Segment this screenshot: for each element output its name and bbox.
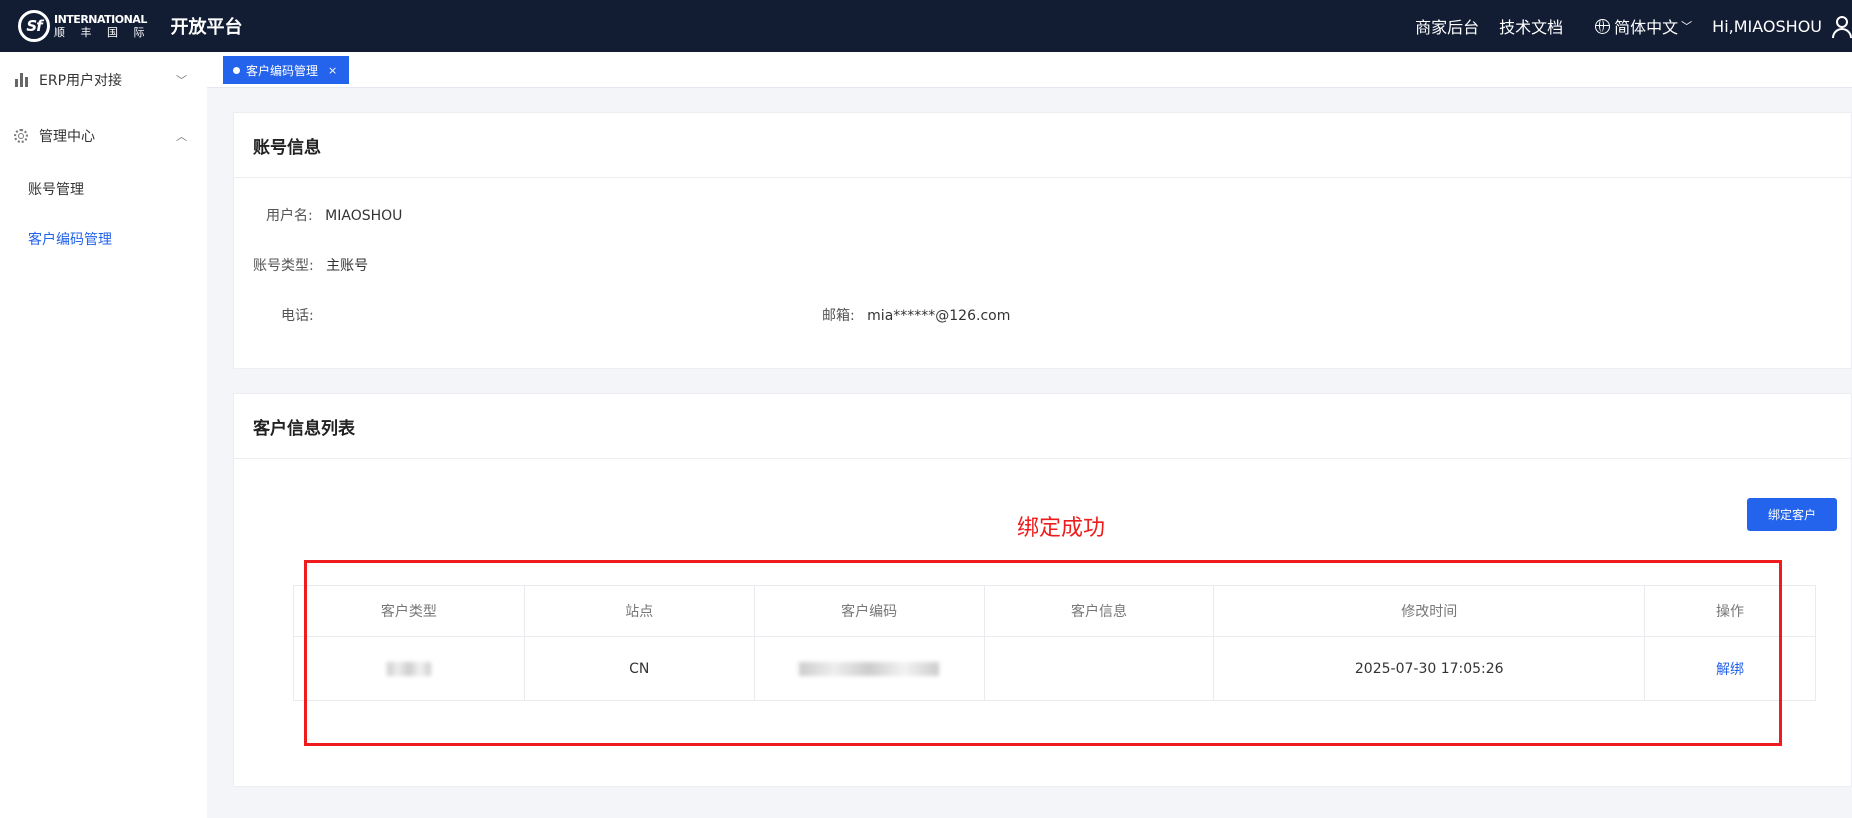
active-dot-icon <box>233 66 240 74</box>
column-header: 操作 <box>1644 585 1816 637</box>
chevron-down-icon: ﹀ <box>176 74 187 87</box>
globe-icon <box>1595 18 1611 34</box>
tab-label: 客户编码管理 <box>246 63 319 78</box>
close-icon[interactable]: × <box>328 64 337 77</box>
customer-list-title: 客户信息列表 <box>234 394 1851 459</box>
action-cell: 解绑 <box>1644 636 1816 701</box>
sf-logo[interactable]: Sf INTERNATIONAL 顺 丰 国 际 <box>18 10 151 42</box>
account-type-label: 账号类型: <box>253 258 314 274</box>
username-field: 用户名: MIAOSHOU <box>266 205 402 225</box>
account-type-field: 账号类型: 主账号 <box>253 255 368 275</box>
modified-time-cell: 2025-07-30 17:05:26 <box>1213 636 1646 701</box>
merchant-backend-link[interactable]: 商家后台 <box>1415 14 1479 38</box>
email-label: 邮箱: <box>822 308 855 324</box>
sidebar-item-account-management[interactable]: 账号管理 <box>0 164 207 214</box>
column-header: 客户信息 <box>984 585 1215 637</box>
sf-logo-mark: Sf <box>18 10 50 42</box>
site-cell: CN <box>524 636 755 701</box>
platform-title: 开放平台 <box>170 17 243 38</box>
logo-line2: 顺 丰 国 际 <box>54 26 151 39</box>
sidebar-item-management[interactable]: 管理中心 ︿ <box>0 108 207 164</box>
sidebar-item-erp[interactable]: ERP用户对接 ﹀ <box>0 52 207 108</box>
tech-docs-link[interactable]: 技术文档 <box>1499 14 1563 38</box>
tab-customer-code-management[interactable]: 客户编码管理 × <box>223 56 350 84</box>
username-label: 用户名: <box>266 208 313 224</box>
column-header: 客户编码 <box>754 585 985 637</box>
customer-table: 客户类型 站点 客户编码 客户信息 修改时间 操作 CN 2025-07-30 … <box>293 585 1816 701</box>
email-field: 邮箱: mia******@126.com <box>822 305 1010 325</box>
sidebar: ERP用户对接 ﹀ 管理中心 ︿ 账号管理 客户编码管理 <box>0 52 207 818</box>
success-message: 绑定成功 <box>1017 516 1106 541</box>
redacted-text <box>799 661 940 676</box>
sf-logo-text: INTERNATIONAL 顺 丰 国 际 <box>54 14 151 38</box>
language-selector[interactable]: 简体中文 ﹀ <box>1595 14 1692 38</box>
sidebar-item-customer-code-management[interactable]: 客户编码管理 <box>0 214 207 264</box>
bar-chart-icon <box>13 73 29 87</box>
sidebar-item-label: 管理中心 <box>39 129 95 145</box>
top-nav: 商家后台 技术文档 简体中文 ﹀ Hi,MIAOSHOU <box>1415 14 1852 38</box>
customer-info-cell <box>984 636 1215 701</box>
unbind-link[interactable]: 解绑 <box>1716 662 1744 678</box>
account-info-title: 账号信息 <box>234 113 1851 178</box>
phone-label: 电话: <box>281 308 314 324</box>
phone-field: 电话: <box>281 305 322 325</box>
logo-line1: INTERNATIONAL <box>54 13 147 26</box>
tab-bar: 客户编码管理 × <box>207 52 1852 88</box>
email-value: mia******@126.com <box>867 308 1011 324</box>
redacted-text <box>386 661 431 676</box>
chevron-down-icon: ﹀ <box>1681 20 1693 33</box>
customer-type-cell <box>293 636 525 701</box>
bind-customer-button[interactable]: 绑定客户 <box>1747 498 1837 531</box>
table-header-row: 客户类型 站点 客户编码 客户信息 修改时间 操作 <box>293 585 1816 637</box>
column-header: 修改时间 <box>1213 585 1646 637</box>
gear-icon <box>13 129 29 143</box>
user-greeting[interactable]: Hi,MIAOSHOU <box>1712 17 1822 36</box>
top-navbar: Sf INTERNATIONAL 顺 丰 国 际 开放平台 商家后台 技术文档 … <box>0 0 1852 52</box>
account-type-value: 主账号 <box>326 258 369 274</box>
column-header: 站点 <box>524 585 755 637</box>
table-row: CN 2025-07-30 17:05:26 解绑 <box>293 636 1816 701</box>
username-value: MIAOSHOU <box>325 208 403 224</box>
sidebar-item-label: ERP用户对接 <box>39 73 123 89</box>
column-header: 客户类型 <box>293 585 525 637</box>
language-label: 简体中文 <box>1614 18 1679 37</box>
account-info-card: 账号信息 <box>233 112 1852 369</box>
user-icon[interactable] <box>1832 15 1852 38</box>
customer-code-cell <box>754 636 985 701</box>
chevron-up-icon: ︿ <box>176 130 187 143</box>
